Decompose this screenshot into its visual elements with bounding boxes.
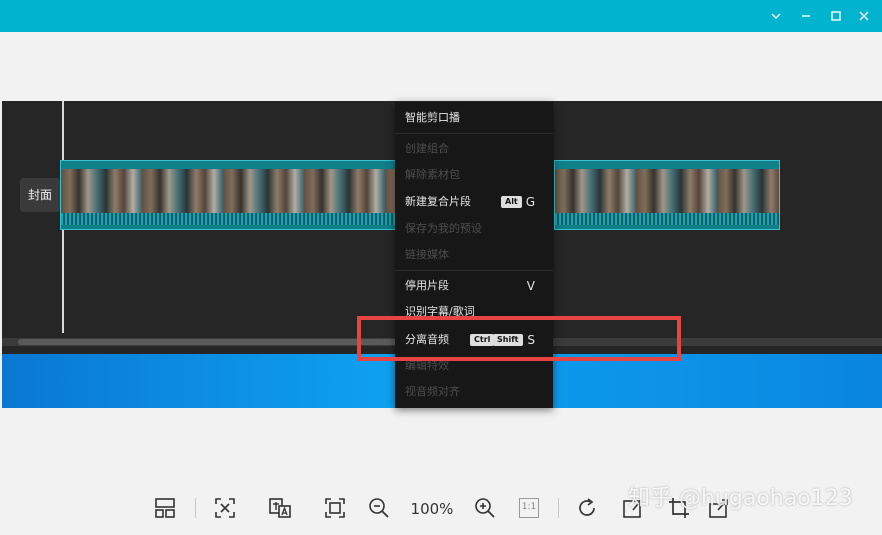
menu-item-disable-clip[interactable]: 停用片段 V bbox=[395, 273, 553, 299]
close-icon[interactable] bbox=[854, 6, 874, 26]
maximize-icon[interactable] bbox=[826, 6, 846, 26]
cover-button[interactable]: 封面 bbox=[20, 178, 60, 212]
layout-icon[interactable] bbox=[150, 492, 180, 524]
title-bar bbox=[0, 0, 882, 32]
zoom-level: 100% bbox=[410, 500, 454, 518]
menu-hotkey: V bbox=[526, 279, 535, 293]
video-clip[interactable] bbox=[60, 160, 396, 230]
menu-divider bbox=[395, 270, 553, 271]
menu-item-label: 创建组合 bbox=[405, 142, 449, 155]
zoom-out-icon[interactable] bbox=[364, 492, 394, 524]
toolbar-divider bbox=[558, 498, 559, 518]
timeline-scrollbar-thumb[interactable] bbox=[18, 339, 398, 345]
video-clip[interactable] bbox=[554, 160, 780, 230]
key-alt: Alt bbox=[501, 196, 522, 208]
menu-item-label: 智能剪口播 bbox=[405, 111, 460, 124]
context-menu: 智能剪口播 创建组合 解除素材包 新建复合片段 Alt G 保存为我的预设 链接… bbox=[395, 102, 553, 408]
rotate-icon[interactable] bbox=[572, 492, 602, 524]
actual-size-icon[interactable]: 1:1 bbox=[514, 492, 544, 524]
menu-item-create-group: 创建组合 bbox=[395, 136, 553, 162]
menu-item-link-media: 链接媒体 bbox=[395, 242, 553, 268]
menu-item-label: 链接媒体 bbox=[405, 248, 449, 261]
translate-icon[interactable] bbox=[265, 492, 295, 524]
highlight-box bbox=[357, 316, 681, 361]
minimize-icon[interactable] bbox=[796, 6, 816, 26]
menu-item-new-compound-clip[interactable]: 新建复合片段 Alt G bbox=[395, 189, 553, 215]
menu-item-label: 视音频对齐 bbox=[405, 385, 460, 398]
crop-frame-icon[interactable] bbox=[320, 492, 350, 524]
chevron-down-icon[interactable] bbox=[766, 6, 786, 26]
menu-item-smart-cut[interactable]: 智能剪口播 bbox=[395, 105, 553, 131]
fit-screen-icon[interactable] bbox=[210, 492, 240, 524]
preview-top-area bbox=[0, 32, 882, 102]
menu-item-label: 新建复合片段 bbox=[405, 195, 471, 208]
actual-size-label: 1:1 bbox=[519, 498, 539, 518]
menu-item-save-preset: 保存为我的预设 bbox=[395, 216, 553, 242]
watermark: 知乎 @hugaohao123 bbox=[628, 486, 853, 511]
menu-item-ungroup-package: 解除素材包 bbox=[395, 162, 553, 188]
zoom-in-icon[interactable] bbox=[470, 492, 500, 524]
audio-waveform bbox=[555, 213, 779, 225]
audio-waveform bbox=[61, 213, 395, 225]
menu-item-label: 保存为我的预设 bbox=[405, 222, 482, 235]
toolbar-divider bbox=[195, 498, 196, 518]
menu-item-label: 停用片段 bbox=[405, 279, 449, 292]
menu-item-label: 解除素材包 bbox=[405, 168, 460, 181]
menu-hotkey: G bbox=[525, 195, 535, 209]
clip-thumbnails bbox=[61, 169, 395, 213]
clip-thumbnails bbox=[555, 169, 779, 213]
menu-divider bbox=[395, 133, 553, 134]
menu-item-av-align: 视音频对齐 bbox=[395, 379, 553, 405]
